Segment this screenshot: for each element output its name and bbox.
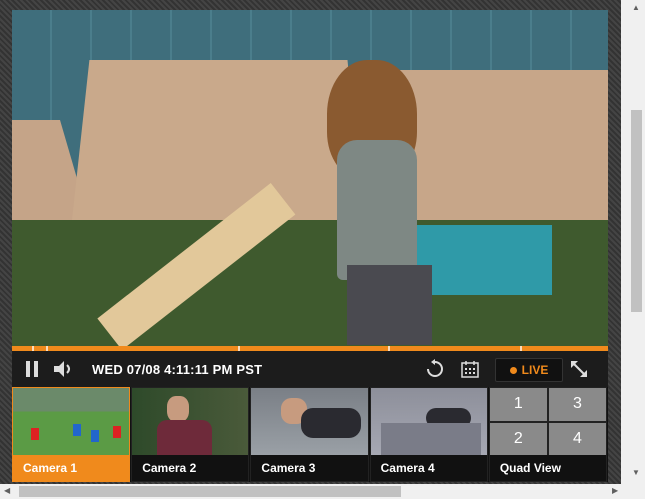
quad-view-thumb[interactable]: 1 3 2 4 Quad View xyxy=(488,387,608,482)
person-shorts-shape xyxy=(347,265,432,345)
camera-1-thumb[interactable]: Camera 1 xyxy=(12,387,131,482)
camera-4-preview xyxy=(370,388,487,455)
vertical-scroll-thumb[interactable] xyxy=(631,110,642,312)
camera-2-thumb[interactable]: Camera 2 xyxy=(131,387,250,482)
quad-cell: 3 xyxy=(548,388,607,421)
camera-3-thumb[interactable]: Camera 3 xyxy=(250,387,369,482)
player-controls: WED 07/08 4:11:11 PM PST LIVE xyxy=(12,351,608,387)
live-dot-icon xyxy=(509,366,517,374)
camera-label: Camera 4 xyxy=(370,455,487,481)
calendar-button[interactable] xyxy=(459,351,481,387)
quad-cell: 2 xyxy=(489,422,547,455)
volume-button[interactable] xyxy=(52,351,76,387)
horizontal-scrollbar[interactable]: ◀ ▶ xyxy=(0,484,627,499)
replay-button[interactable] xyxy=(424,351,446,387)
scroll-right-icon[interactable]: ▶ xyxy=(612,486,618,495)
camera-selector: Camera 1 Camera 2 Camera 3 Camera 4 1 3 … xyxy=(12,387,608,482)
person-top-shape xyxy=(337,140,417,280)
camera-label: Camera 1 xyxy=(13,455,130,481)
player-frame: WED 07/08 4:11:11 PM PST LIVE Camera 1 C… xyxy=(0,0,621,484)
quad-cell: 1 xyxy=(489,388,547,421)
fullscreen-icon xyxy=(571,361,587,377)
camera-3-preview xyxy=(251,388,368,455)
pool-table-shape xyxy=(412,225,552,295)
horizontal-scroll-thumb[interactable] xyxy=(19,486,401,497)
live-label: LIVE xyxy=(521,363,549,377)
live-button[interactable]: LIVE xyxy=(495,358,563,382)
quad-cell: 4 xyxy=(548,422,607,455)
replay-icon xyxy=(427,359,443,377)
camera-1-preview xyxy=(13,388,130,455)
scroll-up-icon[interactable]: ▲ xyxy=(632,3,640,12)
awning-shape xyxy=(72,60,362,220)
camera-2-preview xyxy=(132,388,249,455)
scroll-left-icon[interactable]: ◀ xyxy=(4,486,10,495)
fullscreen-button[interactable] xyxy=(568,351,590,387)
camera-label: Camera 2 xyxy=(132,455,249,481)
calendar-icon xyxy=(461,361,479,378)
quad-view-label: Quad View xyxy=(489,455,607,481)
quad-grid: 1 3 2 4 xyxy=(489,388,607,455)
camera-label: Camera 3 xyxy=(251,455,368,481)
camera-4-thumb[interactable]: Camera 4 xyxy=(369,387,488,482)
pause-button[interactable] xyxy=(24,351,40,387)
pause-icon xyxy=(26,361,30,377)
vertical-scrollbar[interactable]: ▲ ▼ xyxy=(627,0,645,484)
scroll-down-icon[interactable]: ▼ xyxy=(632,468,640,477)
broadcast-datetime: WED 07/08 4:11:11 PM PST xyxy=(92,361,263,377)
video-feed[interactable] xyxy=(12,10,608,346)
speaker-icon xyxy=(54,361,70,377)
